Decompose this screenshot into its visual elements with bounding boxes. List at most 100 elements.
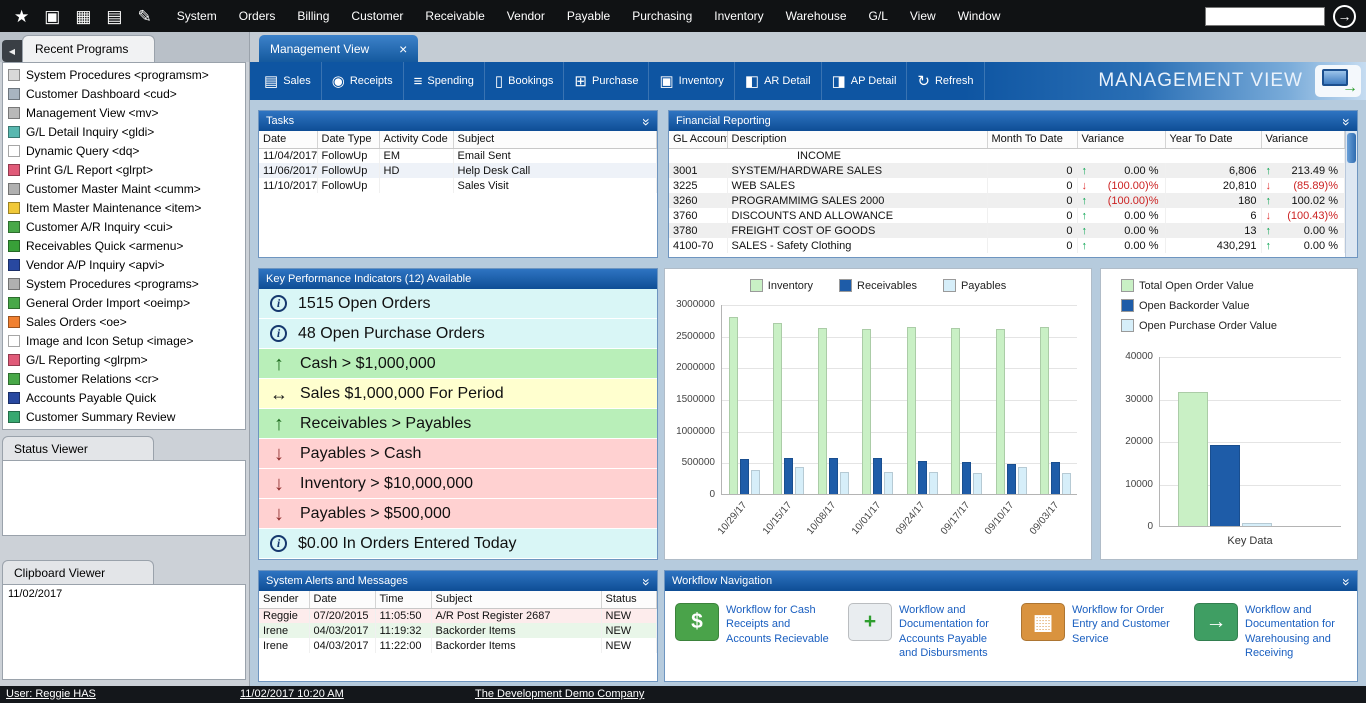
column-header-status[interactable]: Status <box>601 591 657 608</box>
status-datetime-link[interactable]: 11/02/2017 10:20 AM <box>240 688 344 700</box>
column-header-date[interactable]: Date <box>309 591 375 608</box>
menu-item-inventory[interactable]: Inventory <box>703 0 774 32</box>
menu-item-customer[interactable]: Customer <box>340 0 414 32</box>
reports-icon[interactable]: ▤ <box>106 8 122 25</box>
toolbar-button-ar-detail[interactable]: ◧AR Detail <box>735 62 822 100</box>
program-item[interactable]: System Procedures <programsm> <box>3 65 245 84</box>
status-company-link[interactable]: The Development Demo Company <box>475 688 644 700</box>
go-button[interactable]: → <box>1333 5 1356 28</box>
financial-panel-header[interactable]: Financial Reporting » <box>669 111 1357 131</box>
menu-item-view[interactable]: View <box>899 0 947 32</box>
program-item[interactable]: General Order Import <oeimp> <box>3 293 245 312</box>
toolbar-button-ap-detail[interactable]: ◨AP Detail <box>822 62 908 100</box>
menu-item-purchasing[interactable]: Purchasing <box>621 0 703 32</box>
clipboard-viewer-tab[interactable]: Clipboard Viewer <box>2 560 154 584</box>
panel-collapse-icon[interactable]: » <box>1339 578 1355 584</box>
menu-item-receivable[interactable]: Receivable <box>414 0 495 32</box>
workflow-panel-header[interactable]: Workflow Navigation » <box>665 571 1357 591</box>
search-input[interactable] <box>1205 7 1325 26</box>
workflow-item[interactable]: ▦Workflow for Order Entry and Customer S… <box>1011 591 1184 681</box>
table-row[interactable]: 11/06/2017FollowUpHDHelp Desk Call <box>259 163 657 178</box>
favorites-star-icon[interactable]: ★ <box>14 8 29 25</box>
column-header-date-type[interactable]: Date Type <box>317 131 379 148</box>
toolbar-button-receipts[interactable]: ◉Receipts <box>322 62 404 100</box>
program-item[interactable]: Customer Relations <cr> <box>3 369 245 388</box>
program-item[interactable]: Print G/L Report <glrpt> <box>3 160 245 179</box>
column-header-sender[interactable]: Sender <box>259 591 309 608</box>
kpi-item[interactable]: ↔Sales $1,000,000 For Period <box>259 379 657 409</box>
column-header-variance-5[interactable]: Variance <box>1261 131 1345 148</box>
program-item[interactable]: G/L Detail Inquiry <gldi> <box>3 122 245 141</box>
workflow-item[interactable]: $Workflow for Cash Receipts and Accounts… <box>665 591 838 681</box>
tab-management-view[interactable]: Management View × <box>259 35 418 62</box>
kpi-item[interactable]: i$0.00 In Orders Entered Today <box>259 529 657 559</box>
menu-item-g-l[interactable]: G/L <box>858 0 899 32</box>
table-row[interactable]: 11/04/2017FollowUpEMEmail Sent <box>259 148 657 163</box>
column-header-description-1[interactable]: Description <box>727 131 987 148</box>
menu-item-warehouse[interactable]: Warehouse <box>775 0 858 32</box>
column-header-subject[interactable]: Subject <box>431 591 601 608</box>
kpi-item[interactable]: i48 Open Purchase Orders <box>259 319 657 349</box>
menu-item-billing[interactable]: Billing <box>286 0 340 32</box>
toolbar-button-inventory[interactable]: ▣Inventory <box>649 62 734 100</box>
kpi-item[interactable]: ↑Receivables > Payables <box>259 409 657 439</box>
table-row[interactable]: 3760DISCOUNTS AND ALLOWANCE0↑0.00 %6↓(10… <box>669 208 1345 223</box>
table-row[interactable]: 3260PROGRAMMIMG SALES 20000↑(100.00)%180… <box>669 193 1345 208</box>
program-item[interactable]: Vendor A/P Inquiry <apvi> <box>3 255 245 274</box>
column-header-year-to-date-4[interactable]: Year To Date <box>1165 131 1261 148</box>
column-header-variance-3[interactable]: Variance <box>1077 131 1165 148</box>
panel-collapse-icon[interactable]: » <box>639 578 655 584</box>
calendar-icon[interactable]: ▦ <box>75 8 91 25</box>
table-row[interactable]: 11/10/2017FollowUpSales Visit <box>259 178 657 193</box>
menu-item-window[interactable]: Window <box>947 0 1012 32</box>
kpi-item[interactable]: ↓Payables > Cash <box>259 439 657 469</box>
toolbar-button-sales[interactable]: ▤Sales <box>254 62 322 100</box>
kpi-item[interactable]: ↑Cash > $1,000,000 <box>259 349 657 379</box>
program-item[interactable]: Receivables Quick <armenu> <box>3 236 245 255</box>
workflow-item[interactable]: +Workflow and Documentation for Accounts… <box>838 591 1011 681</box>
program-item[interactable]: Sales Orders <oe> <box>3 312 245 331</box>
status-user-link[interactable]: User: Reggie HAS <box>6 688 96 700</box>
column-header-time[interactable]: Time <box>375 591 431 608</box>
table-row[interactable]: Irene04/03/201711:19:32Backorder ItemsNE… <box>259 623 657 638</box>
column-header-activity-code[interactable]: Activity Code <box>379 131 453 148</box>
scrollbar-thumb[interactable] <box>1347 133 1356 163</box>
workflow-item[interactable]: →Workflow and Documentation for Warehous… <box>1184 591 1357 681</box>
kpi-panel-header[interactable]: Key Performance Indicators (12) Availabl… <box>259 269 657 289</box>
table-row[interactable]: 4100-70SALES - Safety Clothing0↑0.00 %43… <box>669 238 1345 253</box>
program-item[interactable]: Accounts Payable Quick <box>3 388 245 407</box>
table-row[interactable]: Reggie07/20/201511:05:50A/R Post Registe… <box>259 608 657 623</box>
column-header-subject[interactable]: Subject <box>453 131 657 148</box>
program-item[interactable]: Customer Summary Review <box>3 407 245 426</box>
kpi-item[interactable]: ↓Inventory > $10,000,000 <box>259 469 657 499</box>
sidebar-collapse-button[interactable]: ◀ <box>2 40 22 62</box>
kpi-item[interactable]: i1515 Open Orders <box>259 289 657 319</box>
program-item[interactable]: System Procedures <programs> <box>3 274 245 293</box>
compose-icon[interactable]: ✎ <box>137 8 151 25</box>
table-row[interactable]: 3780FREIGHT COST OF GOODS0↑0.00 %13↑0.00… <box>669 223 1345 238</box>
menu-item-payable[interactable]: Payable <box>556 0 621 32</box>
toolbar-button-spending[interactable]: ≡Spending <box>404 62 485 100</box>
column-header-date[interactable]: Date <box>259 131 317 148</box>
financial-scrollbar[interactable] <box>1345 131 1357 257</box>
program-item[interactable]: Dynamic Query <dq> <box>3 141 245 160</box>
program-item[interactable]: Item Master Maintenance <item> <box>3 198 245 217</box>
recent-programs-tab[interactable]: Recent Programs <box>22 35 155 62</box>
alerts-panel-header[interactable]: System Alerts and Messages » <box>259 571 657 591</box>
toolbar-button-refresh[interactable]: ↻Refresh <box>907 62 984 100</box>
program-item[interactable]: Customer Dashboard <cud> <box>3 84 245 103</box>
table-row[interactable]: 3225WEB SALES0↓(100.00)%20,810↓(85.89)% <box>669 178 1345 193</box>
menu-item-system[interactable]: System <box>166 0 228 32</box>
program-item[interactable]: Image and Icon Setup <image> <box>3 331 245 350</box>
print-icon[interactable]: ▣ <box>44 8 60 25</box>
menu-item-vendor[interactable]: Vendor <box>496 0 556 32</box>
table-row[interactable]: 3001SYSTEM/HARDWARE SALES0↑0.00 %6,806↑2… <box>669 163 1345 178</box>
panel-collapse-icon[interactable]: » <box>639 118 655 124</box>
column-header-gl-account-0[interactable]: GL Account <box>669 131 727 148</box>
panel-collapse-icon[interactable]: » <box>1339 118 1355 124</box>
program-item[interactable]: Customer Master Maint <cumm> <box>3 179 245 198</box>
table-row[interactable]: Irene04/03/201711:22:00Backorder ItemsNE… <box>259 638 657 653</box>
toolbar-button-purchase[interactable]: ⊞Purchase <box>564 62 649 100</box>
menu-item-orders[interactable]: Orders <box>228 0 287 32</box>
tab-close-icon[interactable]: × <box>399 42 407 56</box>
